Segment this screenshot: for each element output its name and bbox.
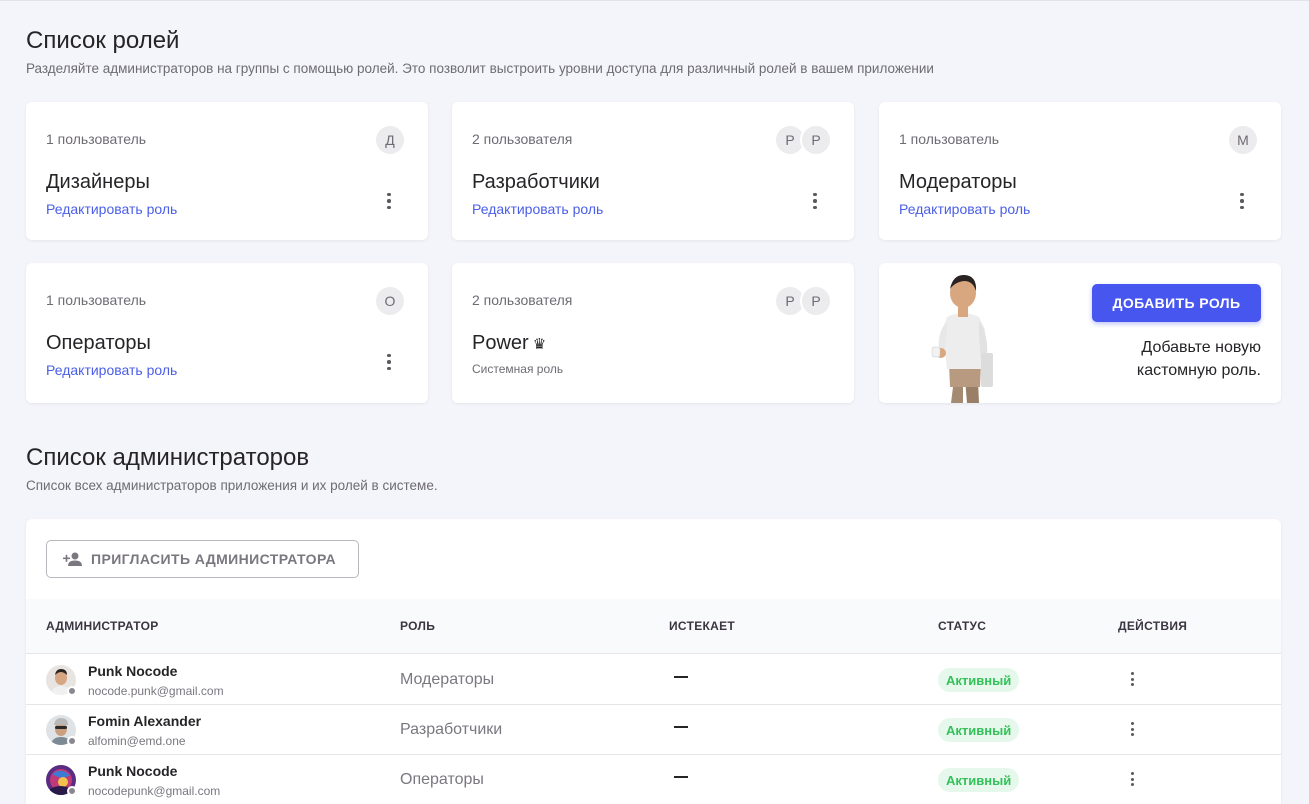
admin-name: Punk Nocode (88, 663, 178, 679)
col-role: РОЛЬ (400, 619, 436, 633)
more-vertical-icon[interactable] (806, 192, 824, 210)
role-name: Power ♛ (472, 332, 546, 355)
more-vertical-icon[interactable] (1123, 770, 1141, 788)
col-status: СТАТУС (938, 619, 987, 633)
role-user-count: 2 пользователя (472, 292, 573, 308)
admin-name: Fomin Alexander (88, 713, 202, 729)
col-admin: АДМИНИСТРАТОР (46, 619, 159, 633)
presence-dot (67, 786, 77, 796)
presence-dot (67, 736, 77, 746)
expires-dash (674, 676, 688, 678)
add-role-hint: Добавьте новую кастомную роль. (1061, 336, 1261, 382)
edit-role-link[interactable]: Редактировать роль (472, 201, 603, 217)
avatar: Д (374, 124, 406, 156)
add-role-hint-line1: Добавьте новую (1141, 339, 1261, 356)
role-avatars: Р Р (774, 124, 832, 156)
status-badge: Активный (938, 718, 1020, 742)
roles-title: Список ролей (26, 27, 180, 54)
person-illustration (931, 274, 993, 403)
role-user-count: 1 пользователь (46, 131, 147, 147)
status-badge: Активный (938, 668, 1020, 692)
admins-table-card: ПРИГЛАСИТЬ АДМИНИСТРАТОРА АДМИНИСТРАТОР … (26, 519, 1281, 804)
role-name: Разработчики (472, 171, 600, 193)
role-user-count: 1 пользователь (899, 131, 1000, 147)
add-role-card: ДОБАВИТЬ РОЛЬ Добавьте новую кастомную р… (879, 263, 1281, 403)
presence-dot (67, 686, 77, 696)
role-name-text: Power (472, 332, 529, 354)
role-card-developers: 2 пользователя Р Р Разработчики Редактир… (452, 102, 854, 240)
avatar: О (374, 285, 406, 317)
role-card-moderators: 1 пользователь М Модераторы Редактироват… (879, 102, 1281, 240)
table-row: Punk Nocode nocode.punk@gmail.com Модера… (26, 655, 1281, 705)
admin-role: Операторы (400, 771, 484, 788)
role-avatars: О (374, 285, 406, 317)
admin-email: nocodepunk@gmail.com (88, 784, 221, 798)
role-name: Модераторы (899, 171, 1017, 193)
role-name: Дизайнеры (46, 171, 150, 193)
role-avatars: Д (374, 124, 406, 156)
role-avatars: Р Р (774, 285, 832, 317)
status-badge: Активный (938, 768, 1020, 792)
avatar: Р (800, 124, 832, 156)
more-vertical-icon[interactable] (1123, 670, 1141, 688)
expires-dash (674, 776, 688, 778)
role-name: Операторы (46, 332, 151, 354)
edit-role-link[interactable]: Редактировать роль (899, 201, 1030, 217)
roles-subtitle: Разделяйте администраторов на группы с п… (26, 61, 934, 76)
role-avatars: М (1227, 124, 1259, 156)
col-actions: ДЕЙСТВИЯ (1118, 619, 1188, 633)
table-header: АДМИНИСТРАТОР РОЛЬ ИСТЕКАЕТ СТАТУС ДЕЙСТ… (26, 599, 1281, 654)
more-vertical-icon[interactable] (380, 192, 398, 210)
more-vertical-icon[interactable] (380, 353, 398, 371)
system-role-label: Системная роль (472, 362, 564, 376)
more-vertical-icon[interactable] (1123, 720, 1141, 738)
edit-role-link[interactable]: Редактировать роль (46, 362, 177, 378)
invite-admin-label: ПРИГЛАСИТЬ АДМИНИСТРАТОРА (91, 551, 336, 567)
admin-role: Разработчики (400, 721, 503, 738)
admin-role: Модераторы (400, 671, 495, 688)
person-add-icon (63, 552, 82, 566)
admins-subtitle: Список всех администраторов приложения и… (26, 478, 438, 493)
admins-title: Список администраторов (26, 444, 310, 471)
expires-dash (674, 726, 688, 728)
role-user-count: 2 пользователя (472, 131, 573, 147)
admin-email: nocode.punk@gmail.com (88, 684, 224, 698)
avatar: Р (800, 285, 832, 317)
role-card-operators: 1 пользователь О Операторы Редактировать… (26, 263, 428, 403)
role-card-designers: 1 пользователь Д Дизайнеры Редактировать… (26, 102, 428, 240)
add-role-button[interactable]: ДОБАВИТЬ РОЛЬ (1092, 284, 1261, 322)
edit-role-link[interactable]: Редактировать роль (46, 201, 177, 217)
table-row: Fomin Alexander alfomin@emd.one Разработ… (26, 705, 1281, 755)
role-card-power: 2 пользователя Р Р Power ♛ Системная роль (452, 263, 854, 403)
admin-email: alfomin@emd.one (88, 734, 186, 748)
col-expires: ИСТЕКАЕТ (669, 619, 736, 633)
admin-name: Punk Nocode (88, 763, 178, 779)
more-vertical-icon[interactable] (1233, 192, 1251, 210)
role-user-count: 1 пользователь (46, 292, 147, 308)
add-role-hint-line2: кастомную роль. (1136, 362, 1261, 379)
avatar: М (1227, 124, 1259, 156)
table-row: Punk Nocode nocodepunk@gmail.com Операто… (26, 755, 1281, 804)
crown-icon: ♛ (532, 336, 547, 353)
invite-admin-button[interactable]: ПРИГЛАСИТЬ АДМИНИСТРАТОРА (46, 540, 359, 578)
